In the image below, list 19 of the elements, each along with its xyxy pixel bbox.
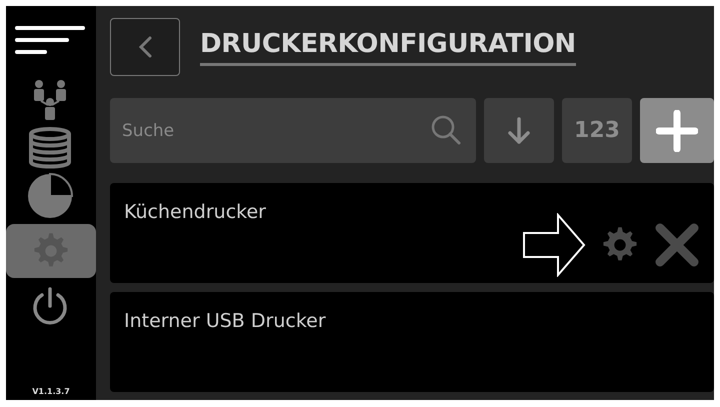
chevron-left-icon [137,35,153,59]
version-label: V1.1.3.7 [31,387,71,398]
page-title: DRUCKERKONFIGURATION [200,28,576,66]
printer-name: Küchendrucker [124,201,266,223]
users-icon[interactable] [31,80,69,120]
pie-chart-icon[interactable] [27,173,73,219]
sort-button[interactable] [484,98,554,163]
database-icon[interactable] [28,127,72,169]
search-icon [430,114,462,146]
printer-row[interactable]: Interner USB Drucker [110,292,714,392]
arrow-icon [522,213,586,277]
close-icon [654,222,700,268]
plus-icon [656,110,698,152]
printer-name: Interner USB Drucker [124,310,326,332]
add-button[interactable] [640,98,714,163]
back-button[interactable] [110,18,180,76]
power-icon[interactable] [31,286,69,326]
search-field[interactable]: Suche [110,98,476,163]
arrow-down-icon [506,116,532,144]
